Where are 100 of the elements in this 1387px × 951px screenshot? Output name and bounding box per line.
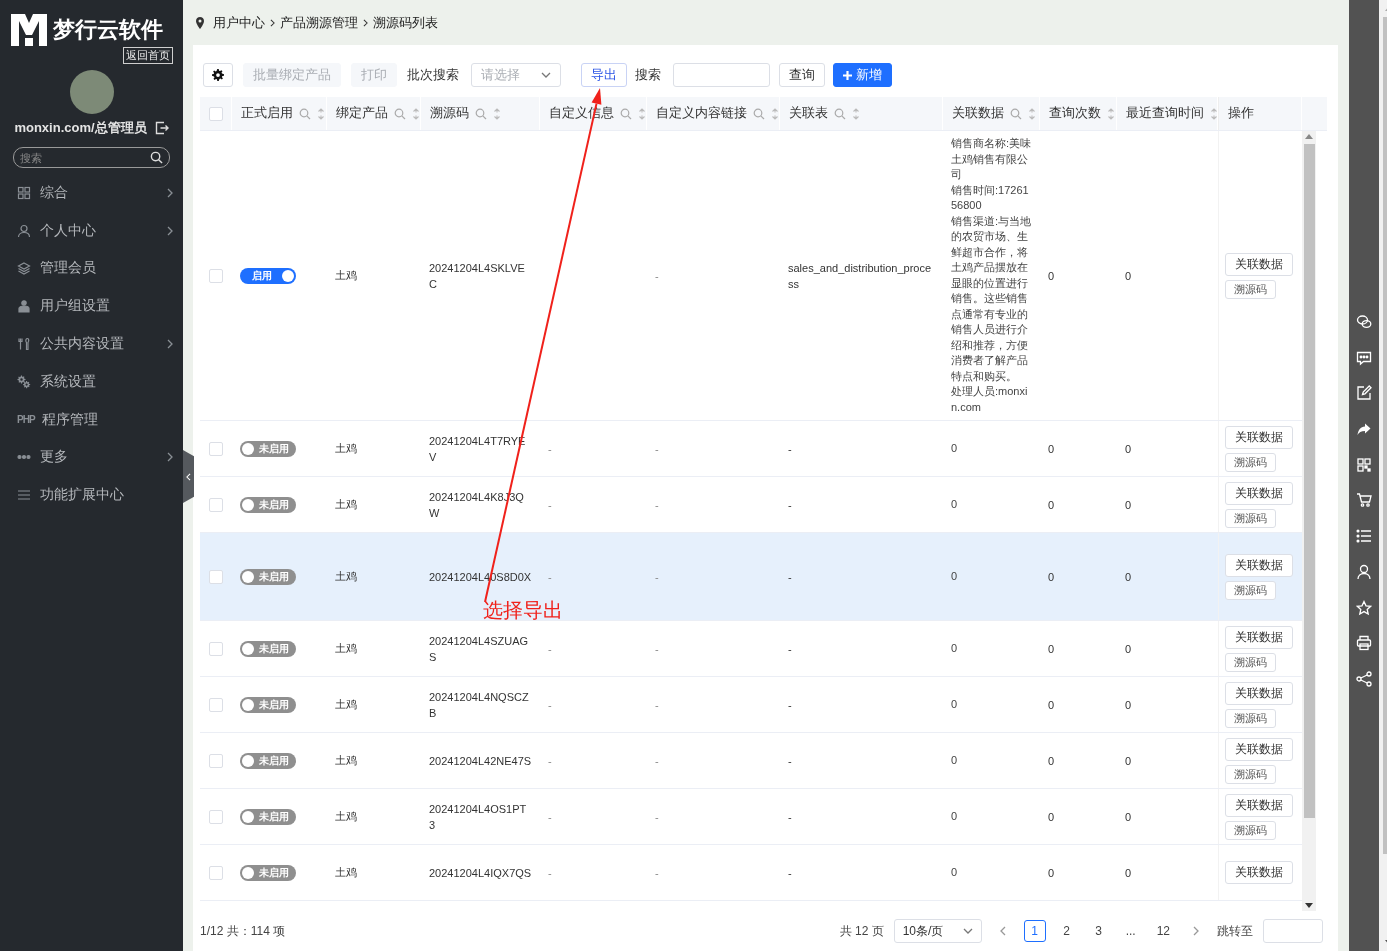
trace-code-button[interactable]: 溯源码 <box>1225 708 1276 728</box>
sort-icon[interactable] <box>412 107 420 120</box>
table-cell-text: 0 <box>951 808 958 824</box>
trace-code-button[interactable]: 溯源码 <box>1225 452 1276 472</box>
table-row[interactable]: 未启用 土鸡 20241204L42NE47S - - - 0 0 0 关联数据 溯源码 <box>200 733 1302 789</box>
triangle-up-icon[interactable] <box>1305 134 1313 139</box>
message-icon[interactable] <box>1356 349 1372 366</box>
row-checkbox[interactable] <box>209 753 223 768</box>
table-cell-text: - <box>788 441 792 457</box>
row-checkbox[interactable] <box>209 697 223 712</box>
row-checkbox[interactable] <box>209 569 223 584</box>
table-row[interactable]: 启用 土鸡 20241204L4SKLVEC - sales_and_distribution_process 销售商名称:美味土鸡销售有限公司 销售时间:1726156800 销售渠道:与当地的农贸市场、生鲜超市合作，将土鸡产品摆放在显眼的位置进行销售。这些销售点通常有专业的销售人员进行介绍和推荐，方便消费者了解产品特点和购买。 处理人员:monxin.com 0 0 关联数据 溯源码 <box>200 131 1302 421</box>
breadcrumb-link[interactable]: 用户中心 <box>213 13 265 32</box>
trace-code-button[interactable]: 溯源码 <box>1225 652 1276 672</box>
page-button[interactable]: 3 <box>1087 920 1110 942</box>
print-icon[interactable] <box>1356 635 1372 652</box>
breadcrumb-link[interactable]: 产品溯源管理 <box>280 13 358 32</box>
row-checkbox[interactable] <box>209 865 223 880</box>
sort-icon[interactable] <box>638 107 646 120</box>
table-cell: 0 <box>1125 498 1132 511</box>
trace-code-button[interactable]: 溯源码 <box>1225 508 1276 528</box>
sort-icon[interactable] <box>1028 107 1036 120</box>
trace-code-button[interactable]: 溯源码 <box>1225 279 1276 299</box>
menu-item[interactable]: PHP 程序管理 <box>0 400 183 439</box>
trace-code-button[interactable]: 溯源码 <box>1225 580 1276 600</box>
menu-item[interactable]: 公共内容设置 <box>0 325 183 363</box>
menu-item[interactable]: 功能扩展中心 <box>0 476 183 515</box>
related-data-button[interactable]: 关联数据 <box>1225 625 1293 649</box>
menu-item[interactable]: 系统设置 <box>0 363 183 401</box>
scrollbar-thumb[interactable] <box>1303 144 1315 818</box>
export-button[interactable]: 导出 <box>581 63 627 87</box>
sort-icon[interactable] <box>852 107 860 120</box>
page-jump-field[interactable] <box>1263 919 1323 943</box>
related-data-button[interactable]: 关联数据 <box>1225 793 1293 817</box>
row-checkbox[interactable] <box>209 641 223 656</box>
sort-icon[interactable] <box>1210 107 1217 120</box>
trace-code-button[interactable]: 溯源码 <box>1225 820 1276 840</box>
page-button[interactable]: 2 <box>1055 920 1078 942</box>
select-all-checkbox[interactable] <box>208 106 223 121</box>
related-data-button[interactable]: 关联数据 <box>1225 425 1293 449</box>
brand-name: 梦行云软件 <box>53 16 163 44</box>
sort-icon[interactable] <box>317 107 325 120</box>
menu-item[interactable]: 更多 <box>0 438 183 477</box>
row-checkbox[interactable] <box>209 441 223 456</box>
add-button[interactable]: 新增 <box>833 63 892 87</box>
qr-code-icon[interactable] <box>1356 456 1372 473</box>
table-row[interactable]: 未启用 土鸡 20241204L4NQSCZB - - - 0 0 0 关联数据 溯源码 <box>200 677 1302 733</box>
related-data-button[interactable]: 关联数据 <box>1225 861 1293 884</box>
related-data-button[interactable]: 关联数据 <box>1225 252 1293 276</box>
plus-icon <box>843 70 852 80</box>
collapse-handle[interactable] <box>183 450 194 503</box>
status-toggle[interactable]: 启用 <box>240 267 296 284</box>
trace-code-button[interactable]: 溯源码 <box>1225 764 1276 784</box>
utensils-icon <box>17 337 31 352</box>
triangle-down-icon[interactable] <box>1305 903 1313 908</box>
row-checkbox[interactable] <box>209 497 223 512</box>
table-cell: 土鸡 <box>335 697 357 712</box>
page-button[interactable]: 12 <box>1151 920 1175 942</box>
star-icon[interactable] <box>1356 599 1372 616</box>
page-button[interactable]: ... <box>1119 920 1142 942</box>
table-cell-text: - <box>788 569 792 585</box>
logout-icon[interactable] <box>154 121 169 135</box>
cart-icon[interactable] <box>1356 492 1372 509</box>
row-checkbox[interactable] <box>209 809 223 824</box>
related-data-button[interactable]: 关联数据 <box>1225 737 1293 761</box>
related-data-button[interactable]: 关联数据 <box>1225 481 1293 505</box>
column-header: 自定义内容链接 <box>656 105 747 122</box>
table-cell-text: 0 <box>951 752 958 768</box>
query-button[interactable]: 查询 <box>779 63 825 87</box>
related-data-button[interactable]: 关联数据 <box>1225 553 1293 577</box>
home-link[interactable]: 返回首页 <box>123 47 173 64</box>
search-label: 搜索 <box>635 66 661 84</box>
menu-item[interactable]: 管理会员 <box>0 249 183 288</box>
table-row[interactable]: 未启用 土鸡 20241204L4OS1PT3 - - - 0 0 0 关联数据 溯源码 <box>200 789 1302 845</box>
chat-bubbles-icon[interactable] <box>1356 314 1372 330</box>
related-data-button[interactable]: 关联数据 <box>1225 681 1293 705</box>
column-header: 溯源码 <box>430 105 469 122</box>
table-row[interactable]: 未启用 土鸡 20241204L4SZUAGS - - - 0 0 0 关联数据 溯源码 <box>200 621 1302 677</box>
menu-item[interactable]: 用户组设置 <box>0 287 183 326</box>
page-button[interactable]: 1 <box>1023 920 1046 942</box>
settings-icon <box>212 69 224 81</box>
list-icon[interactable] <box>1356 528 1372 545</box>
table-cell: - <box>548 754 552 767</box>
row-checkbox[interactable] <box>209 268 223 283</box>
chevron-left-icon <box>186 472 191 481</box>
edit-icon[interactable] <box>1356 385 1372 402</box>
user-icon[interactable] <box>1356 563 1372 580</box>
menu-item[interactable]: 个人中心 <box>0 211 183 250</box>
breadcrumb-link[interactable]: 溯源码列表 <box>373 13 438 32</box>
settings-button[interactable] <box>203 63 233 87</box>
share-icon[interactable] <box>1356 670 1372 687</box>
sort-icon[interactable] <box>1107 107 1115 120</box>
sort-icon[interactable] <box>493 107 501 120</box>
table-row[interactable]: 未启用 土鸡 20241204L4IQX7QS - - - 0 0 0 关联数据 <box>200 845 1302 901</box>
table-cell: 0 <box>1125 570 1132 583</box>
search-icon[interactable] <box>150 151 163 164</box>
search-field[interactable]: 搜索 <box>13 147 170 168</box>
menu-item[interactable]: 综合 <box>0 174 183 212</box>
page-size-select[interactable]: 10条/页 <box>893 919 982 943</box>
sort-icon[interactable] <box>771 107 779 120</box>
